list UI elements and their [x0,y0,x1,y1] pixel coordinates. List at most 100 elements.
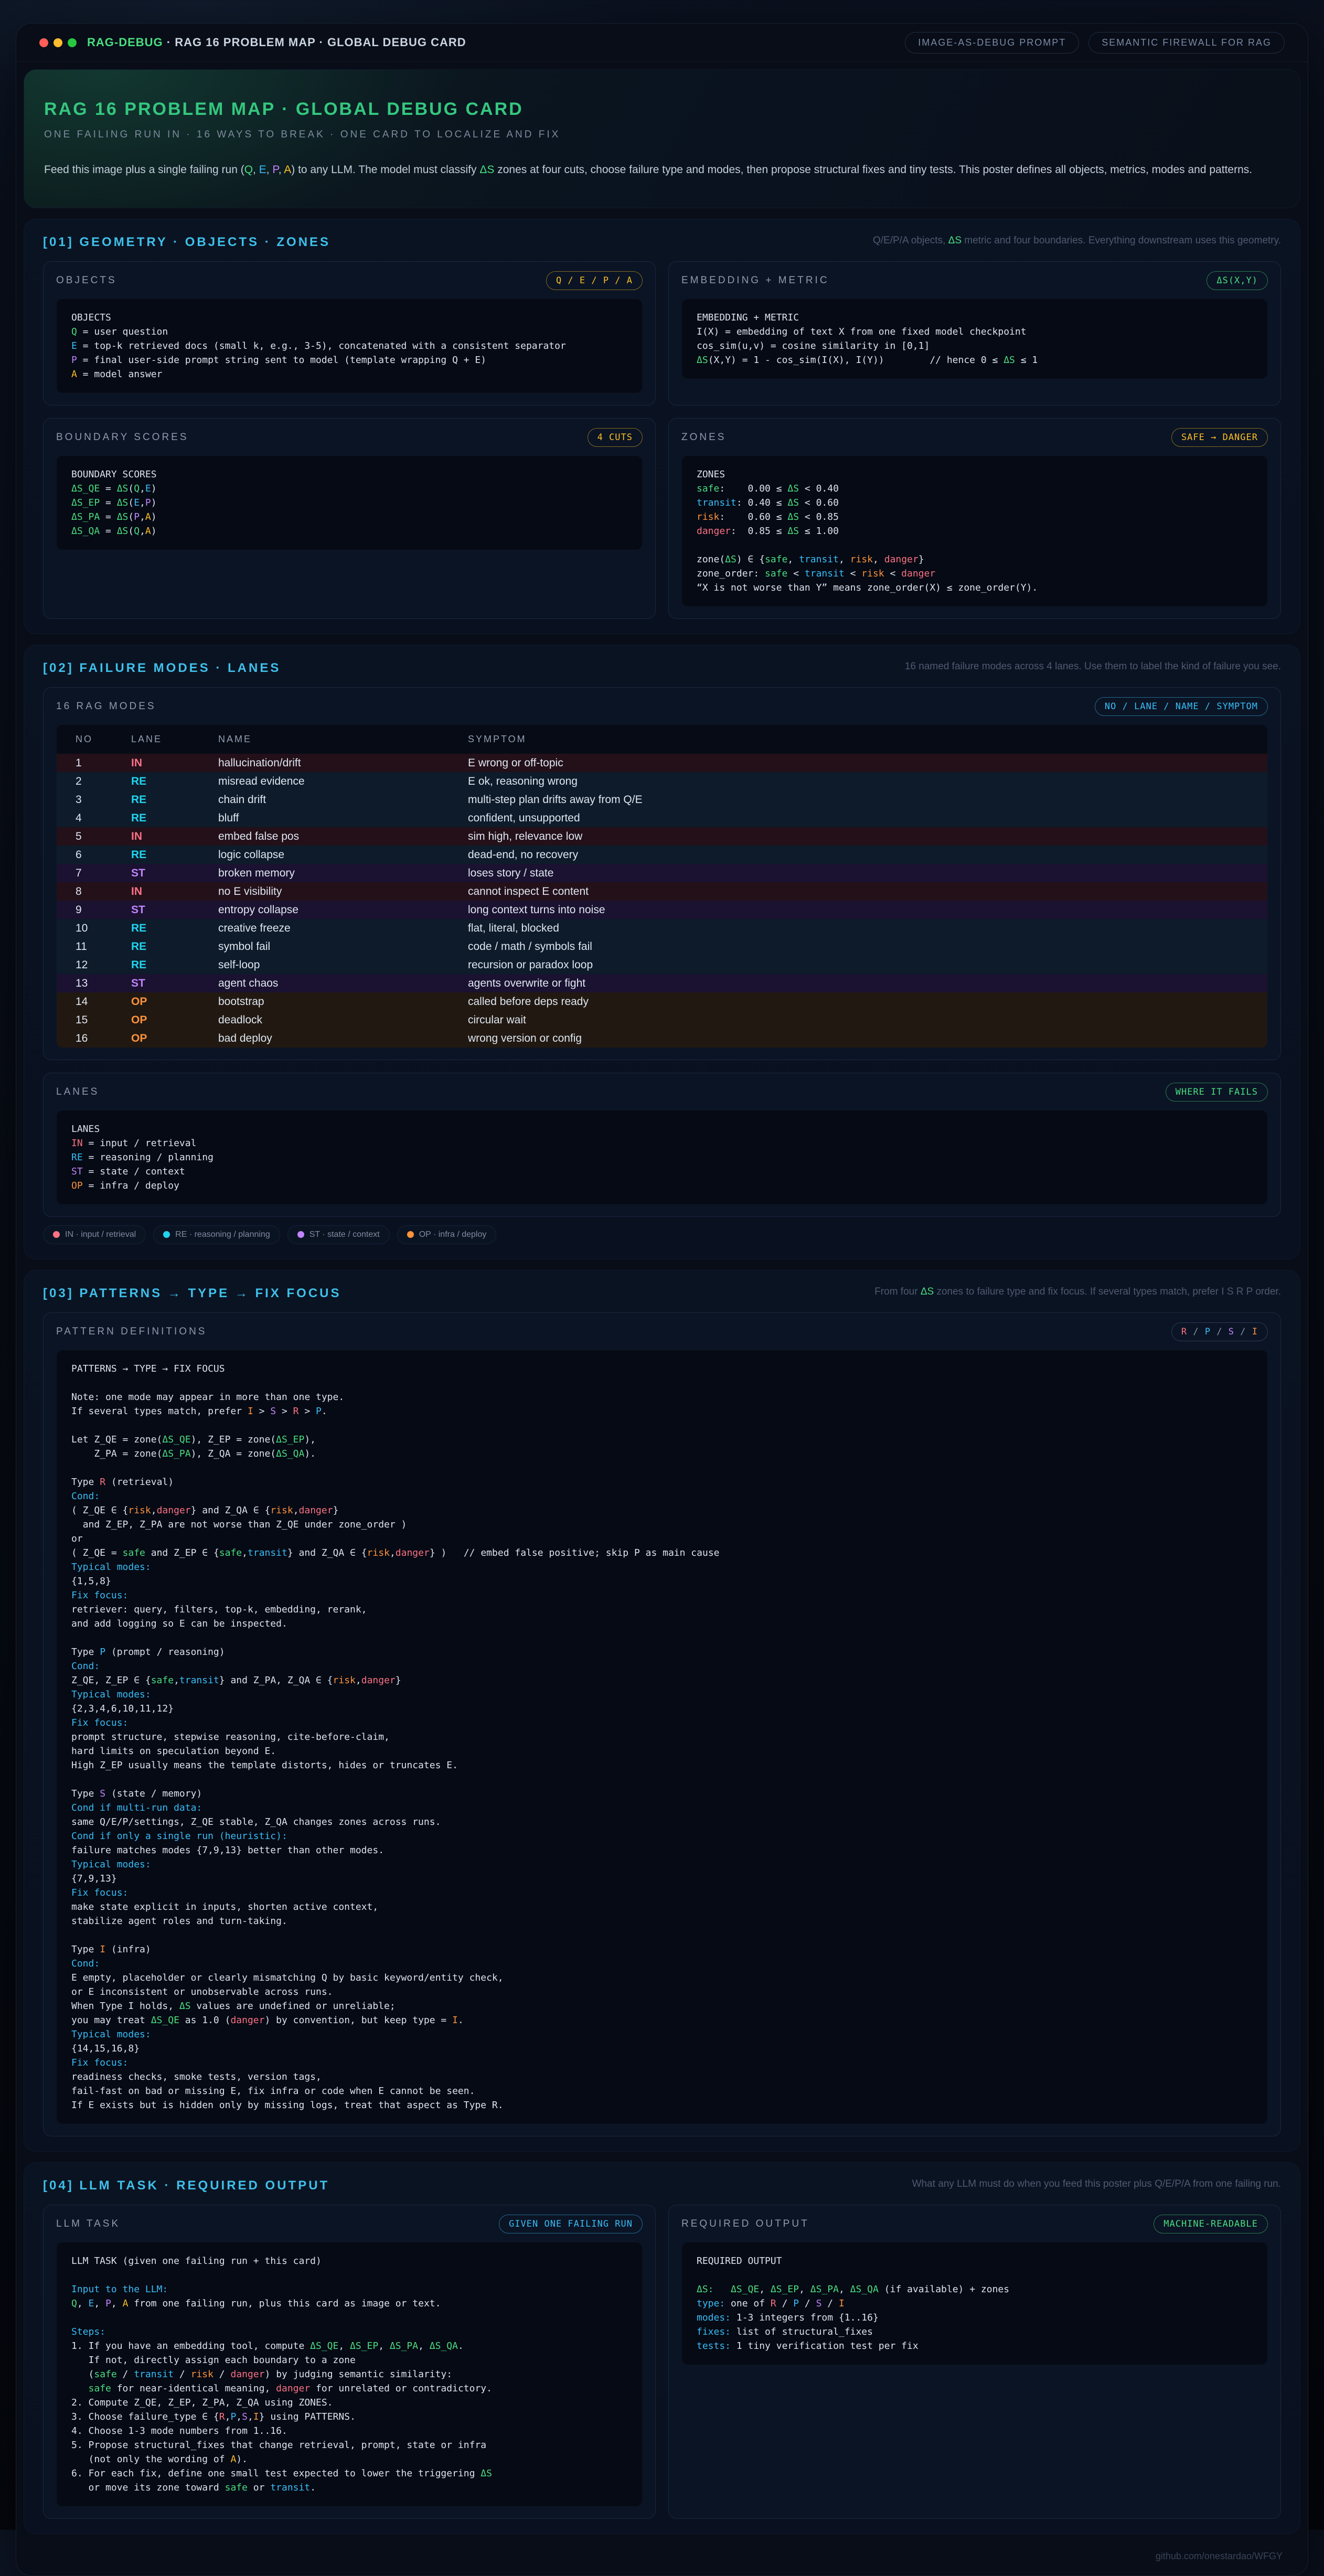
code-line: Typical modes: [71,1560,1253,1574]
section-02-note: 16 named failure modes across 4 lanes. U… [905,659,1281,674]
cell-lane: RE [131,956,218,974]
page-title: RAG 16 PROBLEM MAP · GLOBAL DEBUG CARD [44,99,1280,120]
code-line: LANES [71,1122,1253,1136]
code-line: readiness checks, smoke tests, version t… [71,2070,1253,2084]
panel-objects: OBJECTS Q / E / P / A OBJECTSQ = user qu… [43,261,656,405]
cell-no: 3 [57,790,131,809]
code-line: fixes: list of structural_fixes [697,2325,1253,2339]
code-line: Steps: [71,2325,627,2339]
panel-pattern-definitions: PATTERN DEFINITIONS R / P / S / I PATTER… [43,1312,1281,2136]
panel-boundary-label: BOUNDARY SCORES [56,432,189,443]
modes-table-head: NO LANE NAME SYMPTOM [57,725,1267,754]
code-line: Z_PA = zone(ΔS_PA), Z_QA = zone(ΔS_QA). [71,1447,1253,1461]
table-row: 8INno E visibilitycannot inspect E conte… [57,882,1267,901]
panel-lanes-badge: WHERE IT FAILS [1166,1083,1268,1102]
code-line: modes: 1-3 integers from {1..16} [697,2311,1253,2325]
cell-symptom: long context turns into noise [468,901,1267,919]
window-title-rest: · RAG 16 PROBLEM MAP · GLOBAL DEBUG CARD [163,36,466,49]
section-geometry: [01] GEOMETRY · OBJECTS · ZONES Q/E/P/A … [24,219,1300,634]
code-line: Typical modes: [71,2027,1253,2041]
code-line: Q = user question [71,325,627,339]
section-03-header: [03] PATTERNS → TYPE → FIX FOCUS From fo… [43,1284,1281,1301]
code-line: “X is not worse than Y” means zone_order… [697,581,1253,595]
panel-boundary-badge: 4 CUTS [588,428,643,447]
code-line: cos_sim(u,v) = cosine similarity in [0,1… [697,339,1253,353]
code-line: stabilize agent roles and turn-taking. [71,1914,1253,1928]
code-line: RE = reasoning / planning [71,1150,1253,1164]
code-line: Type R (retrieval) [71,1475,1253,1489]
code-line [71,2268,627,2282]
minimize-button[interactable] [54,38,62,47]
cell-no: 5 [57,827,131,846]
cell-lane: OP [131,1029,218,1047]
lane-color-dot [163,1231,170,1238]
code-line: Let Z_QE = zone(ΔS_QE), Z_EP = zone(ΔS_E… [71,1433,1253,1447]
code-line: Cond: [71,1489,1253,1503]
col-header-lane: LANE [131,725,218,754]
table-row: 15OPdeadlockcircular wait [57,1011,1267,1029]
cell-name: broken memory [218,864,468,882]
cell-lane: RE [131,919,218,937]
panel-lanes-label: LANES [56,1086,99,1098]
panel-objects-badge: Q / E / P / A [546,271,643,290]
code-line: E = top-k retrieved docs (small k, e.g.,… [71,339,627,353]
cell-lane: IN [131,882,218,901]
close-button[interactable] [39,38,48,47]
cell-no: 4 [57,809,131,827]
code-line: Typical modes: [71,1687,1253,1702]
code-line [71,2311,627,2325]
code-line: Type I (infra) [71,1942,1253,1957]
code-line: Fix focus: [71,1886,1253,1900]
panel-embedding-badge: ΔS(X,Y) [1206,271,1268,290]
code-line [71,1461,1253,1475]
table-row: 7STbroken memoryloses story / state [57,864,1267,882]
cell-lane: RE [131,809,218,827]
cell-no: 9 [57,901,131,919]
panel-embedding-label: EMBEDDING + METRIC [681,275,829,286]
code-line: Cond: [71,1957,1253,1971]
code-line: 6. For each fix, define one small test e… [71,2466,627,2481]
code-line: OP = infra / deploy [71,1179,1253,1193]
lanes-code-block: LANESIN = input / retrievalRE = reasonin… [56,1110,1268,1205]
cell-name: deadlock [218,1011,468,1029]
cell-no: 15 [57,1011,131,1029]
patterns-code-block: PATTERNS → TYPE → FIX FOCUS Note: one mo… [56,1350,1268,2124]
code-line [71,1928,1253,1942]
code-line: E empty, placeholder or clearly mismatch… [71,1971,1253,1985]
table-row: 16OPbad deploywrong version or config [57,1029,1267,1047]
panel-zones-label: ZONES [681,432,726,443]
zoom-button[interactable] [68,38,77,47]
code-line: P = final user-side prompt string sent t… [71,353,627,367]
lane-legend-chip: OP · infra / deploy [397,1225,497,1244]
llm-task-code-block: LLM TASK (given one failing run + this c… [56,2242,643,2507]
col-header-no: NO [57,725,131,754]
col-header-name: NAME [218,725,468,754]
cell-lane: ST [131,901,218,919]
section-02-header: [02] FAILURE MODES · LANES 16 named fail… [43,659,1281,676]
table-row: 1INhallucination/driftE wrong or off-top… [57,754,1267,772]
cell-no: 11 [57,937,131,956]
cell-name: embed false pos [218,827,468,846]
cell-no: 7 [57,864,131,882]
code-line: transit: 0.40 ≤ ΔS < 0.60 [697,496,1253,510]
panel-patterns-label: PATTERN DEFINITIONS [56,1326,207,1338]
code-line: fail-fast on bad or missing E, fix infra… [71,2084,1253,2098]
code-line: A = model answer [71,367,627,381]
code-line: ST = state / context [71,1164,1253,1179]
code-line: safe: 0.00 ≤ ΔS < 0.40 [697,482,1253,496]
code-line: Fix focus: [71,1716,1253,1730]
lane-color-dot [53,1231,60,1238]
code-line: Z_QE, Z_EP ∈ {safe,transit} and Z_PA, Z_… [71,1673,1253,1687]
cell-symptom: cannot inspect E content [468,882,1267,901]
cell-lane: ST [131,974,218,992]
code-line: tests: 1 tiny verification test per fix [697,2339,1253,2353]
cell-name: self-loop [218,956,468,974]
code-line: ΔS_QA = ΔS(Q,A) [71,524,627,538]
zones-code-block: ZONESsafe: 0.00 ≤ ΔS < 0.40transit: 0.40… [681,455,1268,607]
cell-symptom: dead-end, no recovery [468,846,1267,864]
table-row: 10REcreative freezeflat, literal, blocke… [57,919,1267,937]
cell-symptom: recursion or paradox loop [468,956,1267,974]
code-line: EMBEDDING + METRIC [697,311,1253,325]
code-line: prompt structure, stepwise reasoning, ci… [71,1730,1253,1744]
cell-no: 13 [57,974,131,992]
